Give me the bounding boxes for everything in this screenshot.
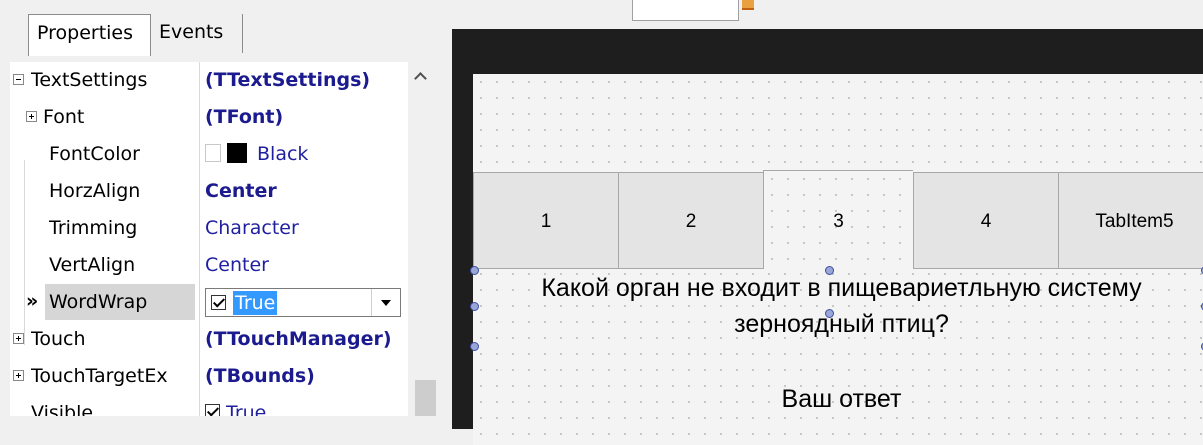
form-frame: 1 2 3 4 TabItem5 Какой орган не входит в… <box>452 29 1203 445</box>
object-inspector: Properties Events TextSettings (TTextSet… <box>0 0 445 416</box>
property-row-font[interactable]: Font (TFont) <box>10 99 408 136</box>
checkbox-checked-icon[interactable] <box>205 404 220 416</box>
scrollbar-thumb[interactable] <box>415 380 436 416</box>
form-canvas[interactable]: 1 2 3 4 TabItem5 Какой орган не входит в… <box>470 74 1203 445</box>
property-row-fontcolor[interactable]: FontColor Black <box>10 136 408 173</box>
property-value-visible[interactable]: True <box>205 395 266 416</box>
property-row-horzalign[interactable]: HorzAlign Center <box>10 173 408 210</box>
expand-icon[interactable] <box>26 111 37 122</box>
column-divider <box>199 358 200 395</box>
dropdown-button[interactable] <box>371 289 400 316</box>
visible-value: True <box>226 402 267 416</box>
property-row-vertalign[interactable]: VertAlign Center <box>10 247 408 284</box>
property-name: VertAlign <box>49 254 136 276</box>
selection-handle[interactable] <box>825 309 834 318</box>
column-divider <box>199 62 200 99</box>
property-name: Font <box>43 106 85 128</box>
property-value[interactable]: (TFont) <box>205 99 283 135</box>
column-divider <box>199 247 200 284</box>
property-name: Trimming <box>49 217 138 239</box>
property-grid: TextSettings (TTextSettings) Font (TFont… <box>10 62 408 416</box>
tab-item-2[interactable]: 2 <box>618 172 763 269</box>
column-divider <box>199 395 200 416</box>
color-swatch-icon <box>227 142 247 163</box>
property-row-wordwrap[interactable]: » WordWrap True <box>10 284 408 321</box>
property-value[interactable]: Center <box>205 247 269 283</box>
selection-handle[interactable] <box>825 266 834 275</box>
selection-handle[interactable] <box>470 302 479 311</box>
wordwrap-value[interactable]: True <box>233 291 278 315</box>
image-icon <box>742 0 754 10</box>
property-name: WordWrap <box>45 284 195 320</box>
property-row-textsettings[interactable]: TextSettings (TTextSettings) <box>10 62 408 99</box>
column-divider <box>199 99 200 136</box>
property-row-visible[interactable]: Visible True <box>10 395 408 416</box>
tab-item-3[interactable]: 3 <box>763 170 913 269</box>
property-name: TouchTargetEx <box>31 365 168 387</box>
property-name: TextSettings <box>31 69 148 91</box>
scroll-up-icon[interactable] <box>416 72 426 82</box>
property-row-trimming[interactable]: Trimming Character <box>10 210 408 247</box>
column-divider <box>199 284 200 321</box>
expand-icon[interactable] <box>13 370 24 381</box>
tab-item-1[interactable]: 1 <box>473 172 618 269</box>
selection-handle[interactable] <box>470 342 479 351</box>
property-value[interactable]: Center <box>205 173 277 209</box>
question-label[interactable]: Какой орган не входит в пищевариетльную … <box>473 270 1203 342</box>
current-row-marker: » <box>26 290 39 312</box>
question-line-1: Какой орган не входит в пищевариетльную … <box>541 274 1142 302</box>
designer-top-tab[interactable] <box>632 0 739 21</box>
collapse-icon[interactable] <box>13 74 24 85</box>
tab-item-5[interactable]: TabItem5 <box>1058 172 1203 269</box>
column-divider <box>199 210 200 247</box>
checkbox-checked-icon[interactable] <box>211 295 226 310</box>
column-divider <box>199 173 200 210</box>
answer-label[interactable]: Ваш ответ <box>473 385 1203 414</box>
question-line-2: зерноядный птиц? <box>734 310 949 338</box>
tab-events[interactable]: Events <box>151 14 243 53</box>
wordwrap-editor[interactable]: True <box>205 288 401 317</box>
color-palette-icon <box>205 143 221 162</box>
selection-handle[interactable] <box>470 266 479 275</box>
property-value[interactable]: (TTextSettings) <box>205 62 370 98</box>
expand-icon[interactable] <box>13 333 24 344</box>
inspector-tab-bar: Properties Events <box>0 0 445 62</box>
color-name: Black <box>257 143 309 165</box>
tab-control[interactable]: 1 2 3 4 TabItem5 <box>473 170 1203 269</box>
property-name: Visible <box>31 402 94 416</box>
property-value[interactable]: Character <box>205 210 299 246</box>
property-value-fontcolor[interactable]: Black <box>205 136 308 172</box>
property-value[interactable]: (TBounds) <box>205 358 315 394</box>
tab-properties[interactable]: Properties <box>28 14 151 56</box>
form-designer: 1 2 3 4 TabItem5 Какой орган не входит в… <box>445 0 1203 445</box>
property-value[interactable]: (TTouchManager) <box>205 321 392 357</box>
tab-item-4[interactable]: 4 <box>913 172 1058 269</box>
property-row-touchtargetex[interactable]: TouchTargetEx (TBounds) <box>10 358 408 395</box>
inspector-gutter <box>0 62 10 416</box>
column-divider <box>199 321 200 358</box>
property-name: Touch <box>31 328 86 350</box>
property-row-touch[interactable]: Touch (TTouchManager) <box>10 321 408 358</box>
property-name: HorzAlign <box>49 180 141 202</box>
column-divider <box>199 136 200 173</box>
property-name: FontColor <box>49 143 140 165</box>
inspector-scrollbar[interactable] <box>408 62 438 416</box>
